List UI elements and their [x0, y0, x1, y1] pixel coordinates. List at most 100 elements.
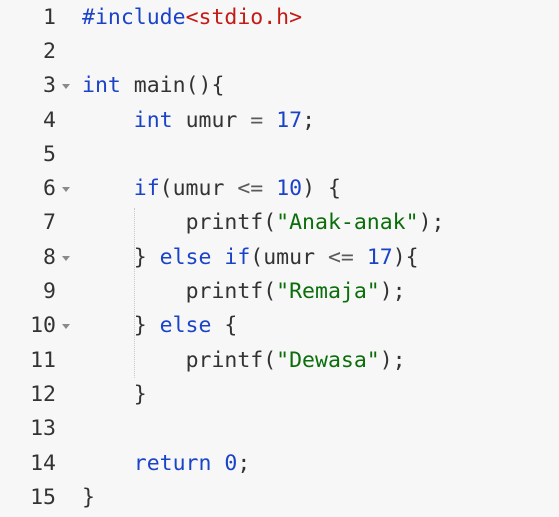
code-line-15[interactable]: 15 } [0, 480, 559, 514]
line-number: 13 [30, 415, 56, 441]
code-token: } [133, 312, 160, 338]
code-token: } [82, 484, 95, 510]
preprocessor-token: #include [82, 4, 186, 30]
fold-arrow-icon[interactable] [62, 83, 70, 89]
string-token: "Dewasa" [276, 347, 380, 373]
line-number: 6 [43, 175, 56, 201]
code-line-5[interactable]: 5 [0, 137, 559, 171]
line-code: printf("Dewasa"); [82, 348, 406, 373]
keyword-token: else [159, 312, 212, 338]
code-token: { [211, 312, 238, 338]
keyword-token: int [82, 72, 121, 98]
line-number: 15 [30, 484, 56, 510]
fold-arrow-icon[interactable] [62, 255, 70, 261]
code-token: printf( [185, 209, 277, 235]
code-line-6[interactable]: 6 if(umur <= 10) { [0, 171, 559, 205]
code-token: printf( [185, 347, 277, 373]
code-line-3[interactable]: 3 int main(){ [0, 68, 559, 102]
code-line-2[interactable]: 2 [0, 34, 559, 68]
line-code: } else if(umur <= 17){ [82, 245, 419, 270]
code-line-1[interactable]: 1 #include<stdio.h> [0, 0, 559, 34]
code-token: ); [379, 278, 406, 304]
line-code: } else { [82, 312, 238, 338]
fold-arrow-icon[interactable] [62, 186, 70, 192]
string-token: "Anak-anak" [276, 209, 419, 235]
code-token: main(){ [120, 72, 225, 98]
line-number: 8 [43, 244, 56, 270]
keyword-token: return [133, 450, 212, 476]
line-code: } [82, 485, 95, 510]
code-line-10[interactable]: 10 } else { [0, 308, 559, 342]
fold-toggle[interactable] [56, 82, 82, 89]
code-line-4[interactable]: 4 int umur = 17; [0, 103, 559, 137]
code-token: ) { [302, 175, 341, 201]
code-token: printf( [185, 278, 277, 304]
code-line-12[interactable]: 12 } [0, 377, 559, 411]
code-token: (umur [159, 175, 238, 201]
code-line-13[interactable]: 13 [0, 411, 559, 445]
fold-toggle[interactable] [56, 254, 82, 261]
number-token: 0 [224, 450, 238, 476]
line-number: 5 [43, 141, 56, 167]
line-number: 9 [43, 278, 56, 304]
code-token: ); [418, 209, 445, 235]
keyword-token: int [133, 107, 173, 133]
code-line-7[interactable]: 7 printf("Anak-anak"); [0, 205, 559, 239]
code-token: } [133, 381, 147, 407]
code-token: ); [379, 347, 406, 373]
line-number: 14 [30, 450, 56, 476]
code-token: ; [302, 107, 316, 133]
line-code: #include<stdio.h> [82, 5, 302, 30]
line-number: 7 [43, 209, 56, 235]
keyword-token: if [133, 175, 160, 201]
line-code: printf("Anak-anak"); [82, 209, 445, 235]
line-number: 12 [30, 381, 56, 407]
operator-token: = [250, 107, 264, 133]
number-token: 10 [276, 175, 303, 201]
code-token: ){ [392, 244, 419, 270]
line-number: 10 [30, 312, 56, 338]
code-token: ; [237, 450, 251, 476]
operator-token: <= [237, 175, 264, 201]
code-token: umur [172, 107, 251, 133]
line-code: } [82, 382, 147, 407]
code-line-9[interactable]: 9 printf("Remaja"); [0, 274, 559, 308]
code-token: (umur [250, 244, 328, 270]
line-code: int umur = 17; [82, 108, 315, 133]
line-code: return 0; [82, 450, 251, 476]
fold-toggle[interactable] [56, 322, 82, 329]
line-number: 3 [43, 72, 56, 98]
fold-arrow-icon[interactable] [62, 323, 70, 329]
line-code: if(umur <= 10) { [82, 176, 341, 201]
code-line-11[interactable]: 11 printf("Dewasa"); [0, 343, 559, 377]
fold-toggle[interactable] [56, 185, 82, 192]
code-line-8[interactable]: 8 } else if(umur <= 17){ [0, 240, 559, 274]
line-code: int main(){ [82, 73, 224, 98]
line-number: 4 [43, 107, 56, 133]
code-line-14[interactable]: 14 return 0; [0, 446, 559, 480]
string-token: "Remaja" [276, 278, 380, 304]
include-path-token: <stdio.h> [185, 4, 303, 30]
operator-token: <= [327, 244, 354, 270]
line-code: printf("Remaja"); [82, 279, 406, 304]
line-number: 11 [30, 347, 56, 373]
number-token: 17 [276, 107, 303, 133]
keyword-token: else [159, 244, 212, 270]
keyword-token: if [224, 244, 251, 270]
line-number: 2 [43, 38, 56, 64]
number-token: 17 [366, 244, 393, 270]
line-number: 1 [43, 4, 56, 30]
code-editor[interactable]: 1 #include<stdio.h> 2 3 int main(){ 4 in… [0, 0, 559, 517]
